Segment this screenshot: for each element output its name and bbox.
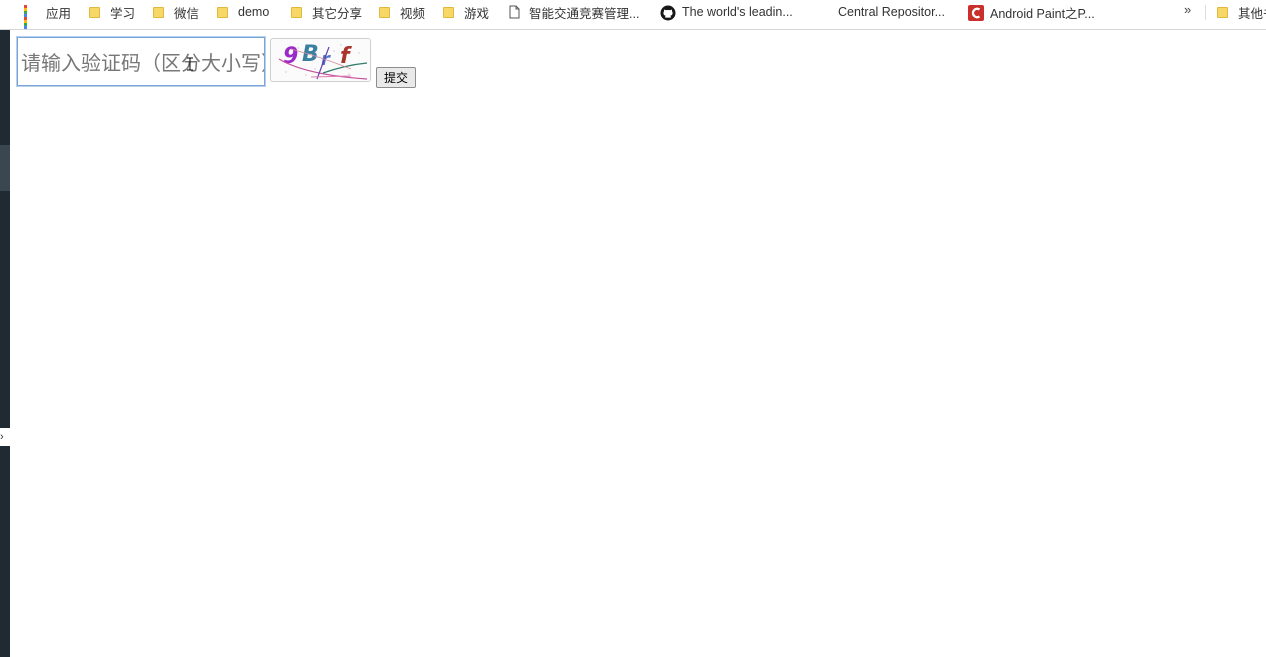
bookmark-label: Android Paint之P...	[990, 6, 1095, 21]
bookmark-label: 智能交通竞赛管理...	[529, 6, 640, 21]
folder-icon	[216, 5, 230, 19]
bookmarks-bar: 应用 学习 微信 demo 其它分享 视频 游戏 智能交通竞赛管理... The…	[0, 0, 1266, 30]
bookmark-label: 学习	[110, 6, 136, 21]
folder-icon	[378, 5, 392, 19]
captcha-placeholder: 请输入验证码（区分大小写）	[21, 53, 265, 75]
bookmark-folder-wechat[interactable]: 微信	[152, 0, 199, 24]
folder-icon	[1216, 5, 1230, 19]
bookmark-label: demo	[238, 5, 270, 19]
bookmark-label: The world's leadin...	[682, 5, 793, 19]
bookmark-label: 微信	[174, 6, 200, 21]
submit-button[interactable]: 提交	[376, 67, 417, 88]
bookmark-label: 其他书	[1238, 6, 1266, 21]
bookmark-folder-games[interactable]: 游戏	[442, 0, 489, 24]
bookmark-central-repository[interactable]: Central Repositor...	[838, 0, 945, 24]
expand-arrow-icon[interactable]: ›	[0, 428, 10, 446]
bookmark-other-bookmarks[interactable]: 其他书	[1216, 0, 1266, 24]
folder-icon	[88, 5, 102, 19]
bookmark-label: Central Repositor...	[838, 5, 945, 19]
more-bookmarks-chevron-icon[interactable]: »	[1184, 2, 1191, 17]
left-window-edge: ›	[0, 30, 10, 657]
bookmark-label: 游戏	[464, 6, 490, 21]
captcha-input[interactable]: 请输入验证码（区分大小写）	[16, 36, 266, 87]
page-icon	[507, 5, 521, 19]
bookmark-github[interactable]: The world's leadin...	[660, 0, 793, 24]
window-edge-highlight	[0, 145, 10, 191]
bookmark-folder-video[interactable]: 视频	[378, 0, 425, 24]
page-content: 请输入验证码（区分大小写） 9 B r f 提交	[10, 30, 1266, 657]
bookmark-folder-share[interactable]: 其它分享	[290, 0, 362, 24]
bookmark-label: 其它分享	[312, 6, 363, 21]
bookmark-label: 应用	[46, 6, 72, 21]
bookmark-label: 视频	[400, 6, 426, 21]
captcha-image[interactable]: 9 B r f	[270, 38, 371, 82]
bookmark-folder-demo[interactable]: demo	[216, 0, 269, 24]
text-cursor-icon	[187, 57, 193, 71]
bookmark-android-paint[interactable]: Android Paint之P...	[968, 0, 1095, 24]
bookmark-apps[interactable]: 应用	[24, 0, 72, 29]
folder-icon	[442, 5, 456, 19]
bookmark-traffic-contest[interactable]: 智能交通竞赛管理...	[507, 0, 639, 24]
github-icon	[660, 5, 676, 21]
folder-icon	[290, 5, 304, 19]
apps-grid-icon	[24, 5, 38, 29]
csdn-icon	[968, 5, 984, 21]
bookmark-folder-study[interactable]: 学习	[88, 0, 135, 24]
bookmarks-divider	[1205, 5, 1206, 20]
folder-icon	[152, 5, 166, 19]
